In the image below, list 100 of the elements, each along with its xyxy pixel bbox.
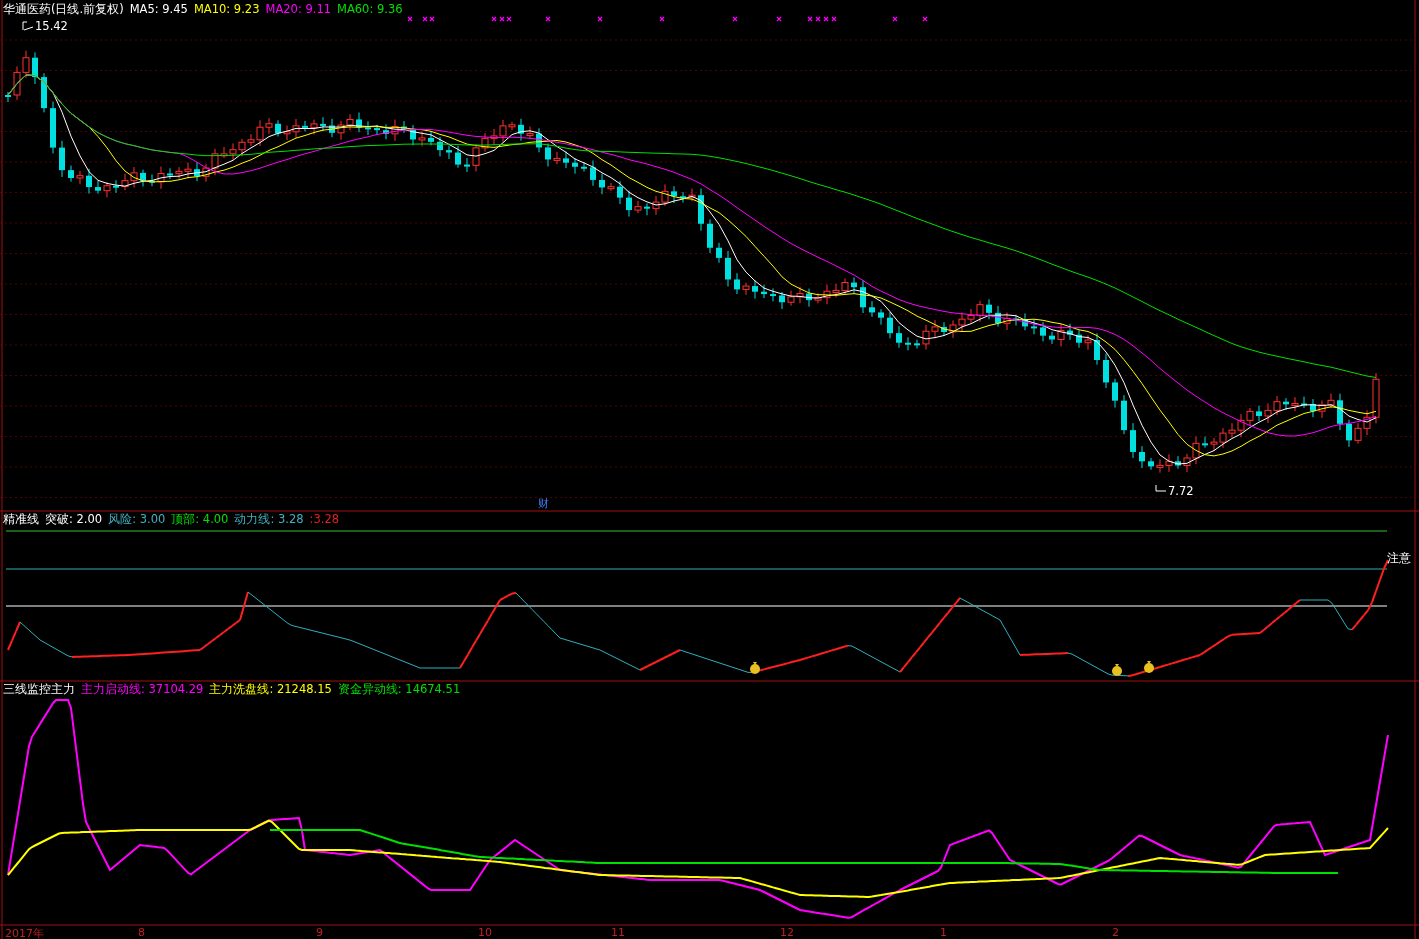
candle xyxy=(752,279,758,300)
axis-date-label: 11 xyxy=(611,926,625,939)
candle xyxy=(1346,419,1352,448)
candle xyxy=(41,72,47,113)
event-marker[interactable]: 财 xyxy=(538,496,549,511)
candle xyxy=(1283,397,1289,411)
candle xyxy=(634,200,642,214)
candle xyxy=(1049,331,1055,345)
indicator-value: 风险: 3.00 xyxy=(108,512,166,527)
candle xyxy=(887,311,893,339)
candle xyxy=(1067,323,1073,341)
candle xyxy=(1094,332,1100,366)
candle xyxy=(5,91,11,103)
candle xyxy=(1057,323,1065,347)
candle xyxy=(374,124,380,136)
indicator-value: MA60: 9.36 xyxy=(337,2,403,17)
candle xyxy=(149,174,155,187)
candle xyxy=(1003,312,1011,331)
candle xyxy=(86,168,92,195)
candle xyxy=(1076,329,1082,349)
indicator-value: :3.28 xyxy=(309,512,340,527)
low-price-label: 7.72 xyxy=(1168,484,1194,498)
candle xyxy=(860,279,866,314)
candle xyxy=(401,120,407,134)
candle xyxy=(1301,396,1307,409)
candle xyxy=(607,182,615,192)
money-bag-icon xyxy=(1144,661,1154,673)
candle xyxy=(103,181,111,198)
indicator-value: 主力启动线: 37104.29 xyxy=(81,682,204,697)
candle xyxy=(878,308,884,326)
candle xyxy=(418,131,426,147)
axis-date-label: 8 xyxy=(138,926,145,939)
candle xyxy=(742,282,750,296)
candle xyxy=(626,190,632,218)
axis-date-label: 2 xyxy=(1112,926,1119,939)
candle xyxy=(1202,436,1208,449)
high-price-label: 15.42 xyxy=(35,19,68,33)
candle xyxy=(770,287,776,302)
candle xyxy=(194,162,200,182)
candle xyxy=(617,180,623,205)
candle xyxy=(356,112,362,133)
candle xyxy=(599,173,605,195)
candle xyxy=(716,242,722,264)
money-bag-icon xyxy=(1112,664,1122,676)
candle xyxy=(553,151,561,165)
candle xyxy=(707,218,713,254)
candle xyxy=(725,250,731,287)
candle xyxy=(1031,318,1037,335)
low-arrow-icon xyxy=(1155,484,1167,492)
signal-end-label: 注意 xyxy=(1387,551,1411,566)
candle xyxy=(761,284,767,299)
candle xyxy=(563,151,569,169)
candle xyxy=(688,188,696,202)
candle xyxy=(428,130,434,146)
indicator-value: 动力线: 3.28 xyxy=(234,512,304,527)
candle xyxy=(113,179,119,194)
candle xyxy=(410,124,416,146)
indicator-value: 顶部: 4.00 xyxy=(171,512,229,527)
candle xyxy=(1310,398,1316,418)
candle xyxy=(545,143,551,167)
candle xyxy=(1175,455,1181,470)
candle xyxy=(1337,393,1343,431)
indicator-value: MA20: 9.11 xyxy=(265,2,331,17)
candle xyxy=(68,165,74,183)
candle xyxy=(76,170,84,185)
candle xyxy=(95,180,101,195)
candle xyxy=(140,169,146,187)
candle xyxy=(464,157,470,173)
candle xyxy=(1148,457,1154,471)
candle xyxy=(536,127,542,153)
candle xyxy=(310,119,318,135)
candle xyxy=(32,51,38,85)
panel-title: 华通医药(日线.前复权) xyxy=(3,2,124,17)
candle xyxy=(779,291,785,310)
candle xyxy=(1256,405,1262,422)
candle xyxy=(302,120,308,132)
candle xyxy=(590,160,596,187)
money-bag-icon xyxy=(750,662,760,674)
candle xyxy=(1103,353,1109,389)
axis-date-label: 9 xyxy=(316,926,323,939)
candle xyxy=(698,188,704,232)
candle xyxy=(157,166,165,190)
candle xyxy=(905,336,911,351)
candle xyxy=(455,145,461,169)
candle xyxy=(1022,313,1028,331)
candle xyxy=(1112,378,1118,409)
candle xyxy=(851,276,857,295)
candle xyxy=(59,140,65,178)
candle xyxy=(572,157,578,175)
candle xyxy=(437,136,443,157)
candle xyxy=(680,191,686,204)
candle xyxy=(320,116,326,132)
high-arrow-icon xyxy=(22,21,34,31)
indicator-value: MA5: 9.45 xyxy=(129,2,188,17)
candle xyxy=(1013,314,1019,327)
indicator-value: 资金异动线: 14674.51 xyxy=(337,682,461,697)
candle xyxy=(391,119,399,142)
candle xyxy=(986,298,992,320)
candle xyxy=(644,202,650,216)
candle xyxy=(365,120,371,136)
